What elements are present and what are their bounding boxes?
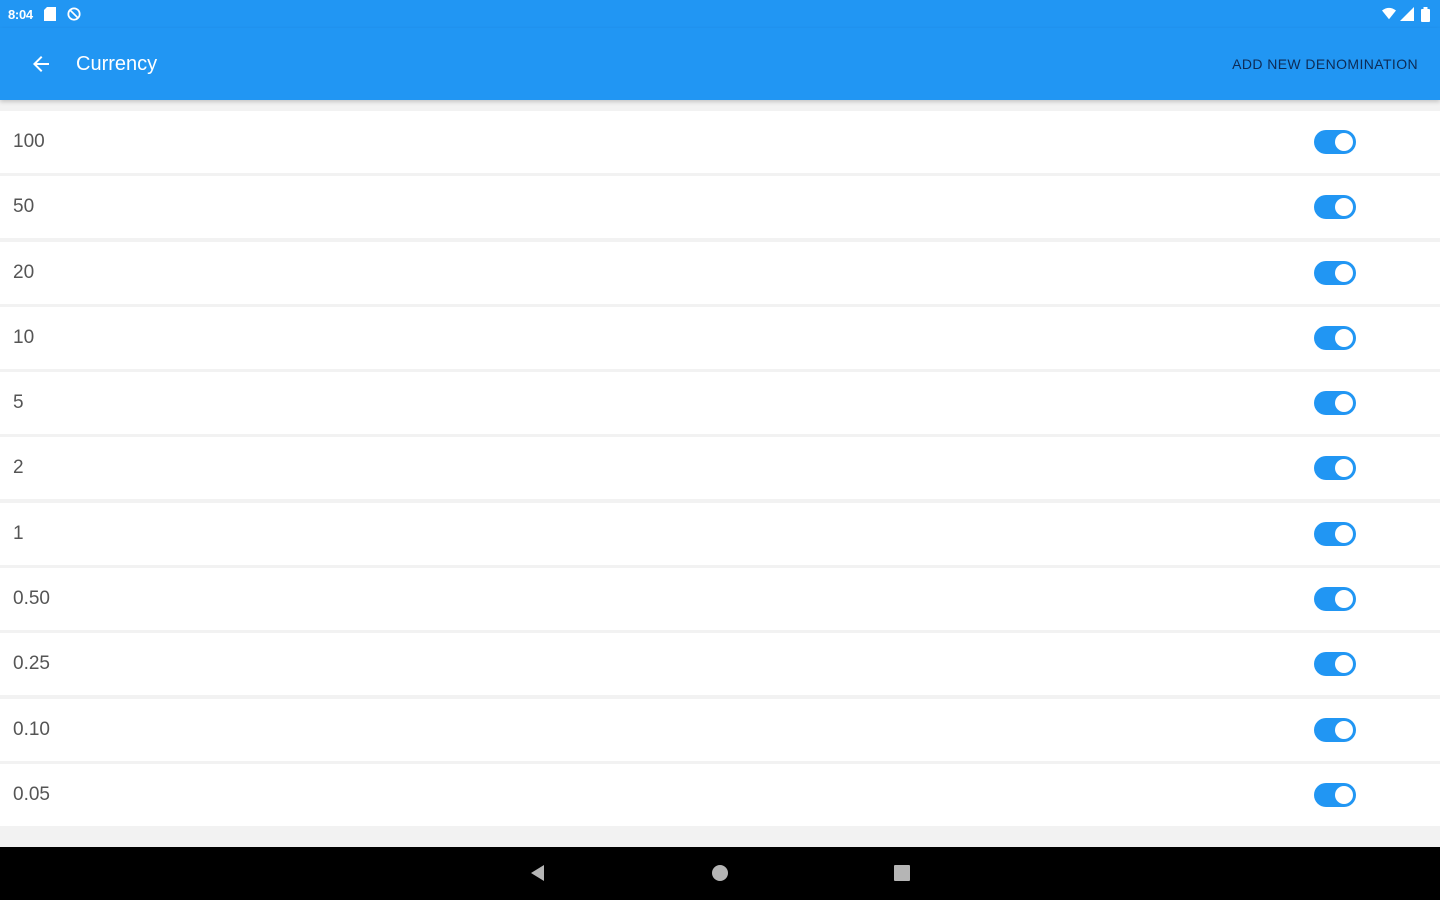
- nav-back-button[interactable]: [518, 853, 558, 893]
- denomination-label: 2: [13, 457, 24, 479]
- toggle-thumb: [1335, 720, 1353, 739]
- denomination-toggle[interactable]: [1314, 587, 1356, 612]
- denomination-toggle[interactable]: [1314, 195, 1356, 220]
- denomination-toggle[interactable]: [1314, 782, 1356, 807]
- status-bar: 8:04: [0, 0, 1440, 28]
- list-item: 0.50: [0, 568, 1440, 631]
- denomination-toggle[interactable]: [1314, 652, 1356, 677]
- wifi-icon: [1382, 7, 1396, 21]
- denomination-label: 0.10: [13, 718, 50, 740]
- denomination-label: 1: [13, 522, 24, 544]
- list-item: 10: [0, 306, 1440, 369]
- denomination-toggle[interactable]: [1314, 260, 1356, 285]
- status-right: [1382, 6, 1432, 22]
- list-item: 1: [0, 502, 1440, 565]
- denomination-label: 10: [13, 326, 35, 348]
- toggle-thumb: [1335, 524, 1353, 543]
- status-left: 8:04: [8, 7, 81, 22]
- app-bar: Currency ADD NEW DENOMINATION: [0, 28, 1440, 100]
- signal-icon: [1400, 7, 1414, 21]
- back-triangle-icon: [531, 865, 544, 881]
- status-time: 8:04: [8, 6, 33, 22]
- back-button[interactable]: [13, 36, 69, 92]
- denomination-toggle[interactable]: [1314, 521, 1356, 546]
- denomination-toggle[interactable]: [1314, 391, 1356, 416]
- denomination-label: 0.50: [13, 588, 50, 610]
- list-item: 0.25: [0, 633, 1440, 696]
- sync-disabled-icon: [67, 7, 81, 21]
- page-title: Currency: [76, 52, 158, 75]
- denomination-list: 100 50 20 10 5 2 1 0.50 0.25 0.10 0.05: [0, 111, 1440, 829]
- list-item: 2: [0, 437, 1440, 500]
- toggle-thumb: [1335, 133, 1353, 151]
- list-item: 5: [0, 372, 1440, 435]
- nav-recents-button[interactable]: [882, 853, 922, 893]
- denomination-toggle[interactable]: [1314, 717, 1356, 742]
- list-item: 0.10: [0, 698, 1440, 761]
- nav-bar: [0, 847, 1440, 900]
- arrow-back-icon: [33, 56, 49, 72]
- nav-home-button[interactable]: [700, 853, 740, 893]
- denomination-label: 100: [13, 131, 45, 152]
- battery-icon: [1418, 6, 1432, 22]
- denomination-label: 0.05: [13, 783, 50, 805]
- denomination-toggle[interactable]: [1314, 325, 1356, 350]
- recents-square-icon: [894, 865, 910, 881]
- list-item: 50: [0, 176, 1440, 239]
- denomination-label: 50: [13, 196, 35, 218]
- denomination-label: 0.25: [13, 653, 50, 675]
- add-new-denomination-button[interactable]: ADD NEW DENOMINATION: [1232, 48, 1418, 80]
- list-item: 20: [0, 241, 1440, 304]
- list-item: 0.05: [0, 763, 1440, 826]
- home-circle-icon: [712, 865, 728, 881]
- toggle-thumb: [1335, 263, 1353, 282]
- denomination-label: 5: [13, 392, 24, 414]
- denomination-label: 20: [13, 261, 35, 283]
- sd-card-icon: [43, 7, 57, 21]
- toggle-thumb: [1335, 590, 1353, 609]
- toggle-thumb: [1335, 785, 1353, 804]
- list-item: 100: [0, 111, 1440, 173]
- denomination-toggle[interactable]: [1314, 456, 1356, 481]
- toggle-thumb: [1335, 328, 1353, 347]
- denomination-toggle[interactable]: [1314, 130, 1356, 154]
